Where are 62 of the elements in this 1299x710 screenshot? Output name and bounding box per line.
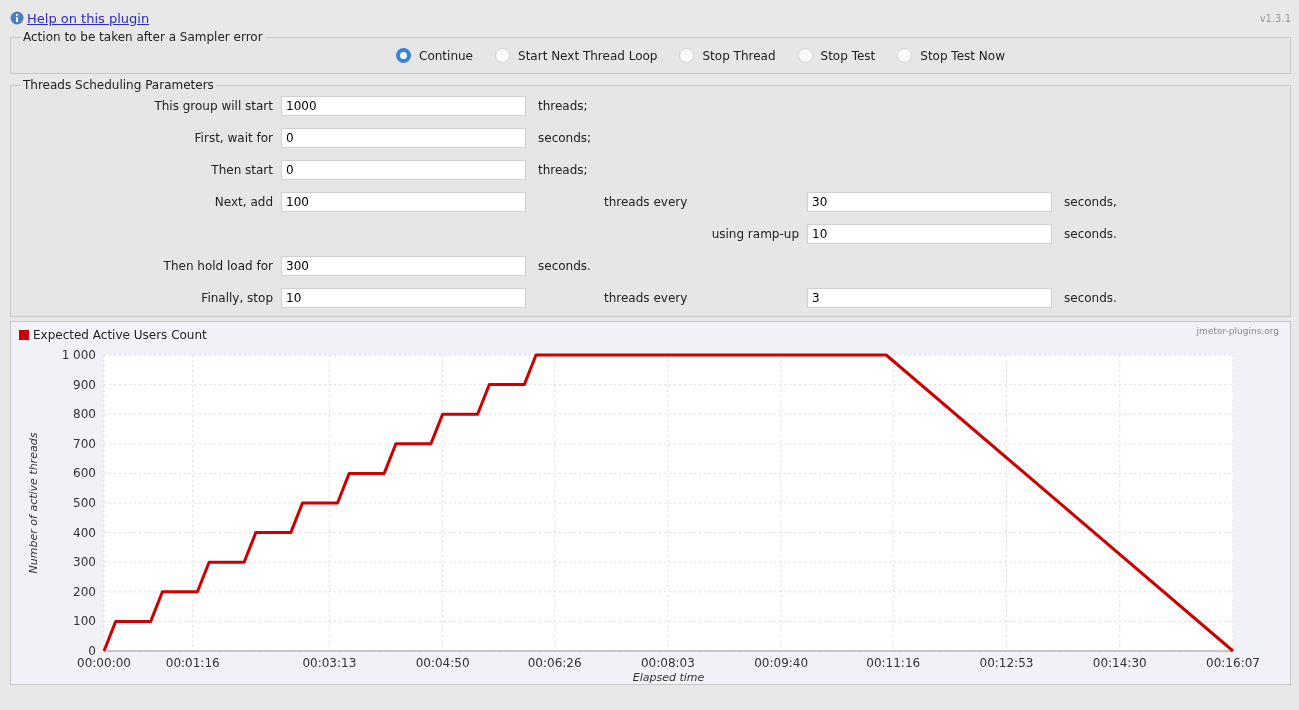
input-field[interactable]: 10: [281, 288, 526, 308]
help-link[interactable]: Help on this plugin: [10, 10, 150, 26]
x-tick-label: 00:16:07: [1206, 656, 1260, 670]
x-tick-label: 00:01:16: [165, 656, 220, 670]
y-tick-label: 700: [73, 436, 96, 451]
unit-label: threads;: [537, 163, 589, 177]
x-tick-label: 00:11:16: [866, 656, 921, 670]
input-field[interactable]: 300: [281, 256, 526, 276]
input-field[interactable]: 100: [281, 192, 526, 212]
radio-option[interactable]: Continue: [396, 48, 473, 63]
radio-option[interactable]: Start Next Thread Loop: [495, 48, 658, 63]
x-tick-label: 00:03:13: [302, 656, 357, 670]
unit-label: seconds,: [1063, 195, 1118, 209]
field-label: Then hold load for: [162, 259, 273, 273]
unit-label: seconds;: [537, 131, 593, 145]
info-icon: [10, 11, 24, 25]
field-label: using ramp-up: [710, 227, 799, 241]
y-tick-label: 0: [88, 644, 96, 658]
legend-label: Expected Active Users Count: [33, 328, 207, 342]
field-label: Next, add: [213, 195, 273, 209]
panel-title: Threads Scheduling Parameters: [22, 78, 215, 92]
input-field[interactable]: 30: [807, 192, 1052, 212]
input-field[interactable]: 0: [281, 128, 526, 148]
unit-label: threads every: [603, 291, 689, 305]
x-tick-label: 00:04:50: [415, 656, 470, 670]
radio-option[interactable]: Stop Thread: [679, 48, 776, 63]
input-field[interactable]: 10: [807, 224, 1052, 244]
field-label: Then start: [210, 163, 273, 177]
radio-option[interactable]: Stop Test Now: [897, 48, 1005, 63]
y-tick-label: 500: [73, 496, 96, 510]
field-label: First, wait for: [193, 131, 273, 145]
y-tick-label: 1 000: [61, 348, 96, 362]
unit-label: threads every: [603, 195, 689, 209]
radio-button[interactable]: [396, 48, 412, 63]
y-tick-label: 100: [73, 614, 96, 629]
input-field[interactable]: 0: [281, 160, 526, 180]
field-label: Finally, stop: [200, 291, 273, 305]
radio-option[interactable]: Stop Test: [797, 48, 876, 63]
x-tick-label: 00:12:53: [979, 656, 1034, 670]
y-tick-label: 300: [73, 555, 96, 570]
credit-label: jmeter-plugins.org: [1196, 326, 1279, 336]
x-tick-label: 00:14:30: [1092, 656, 1147, 670]
y-tick-label: 600: [73, 466, 96, 481]
unit-label: threads;: [537, 99, 589, 113]
y-tick-label: 900: [73, 377, 96, 392]
input-field[interactable]: 1000: [281, 96, 526, 116]
y-axis-title: Number of active threads: [27, 432, 40, 574]
version-label: v1.3.1: [1259, 12, 1291, 24]
field-label: This group will start: [153, 99, 273, 113]
y-tick-label: 400: [73, 525, 96, 540]
x-tick-label: 00:00:00: [77, 656, 131, 670]
unit-label: seconds.: [1063, 291, 1118, 305]
x-tick-label: 00:08:03: [640, 656, 695, 670]
panel-title: Action to be taken after a Sampler error: [22, 30, 264, 44]
input-field[interactable]: 3: [807, 288, 1052, 308]
unit-label: seconds.: [537, 259, 592, 273]
y-tick-label: 800: [73, 407, 96, 422]
y-tick-label: 200: [73, 584, 96, 599]
x-tick-label: 00:09:40: [754, 656, 809, 670]
x-tick-label: 00:06:26: [527, 656, 582, 670]
x-axis-title: Elapsed time: [632, 671, 705, 684]
unit-label: seconds.: [1063, 227, 1118, 241]
